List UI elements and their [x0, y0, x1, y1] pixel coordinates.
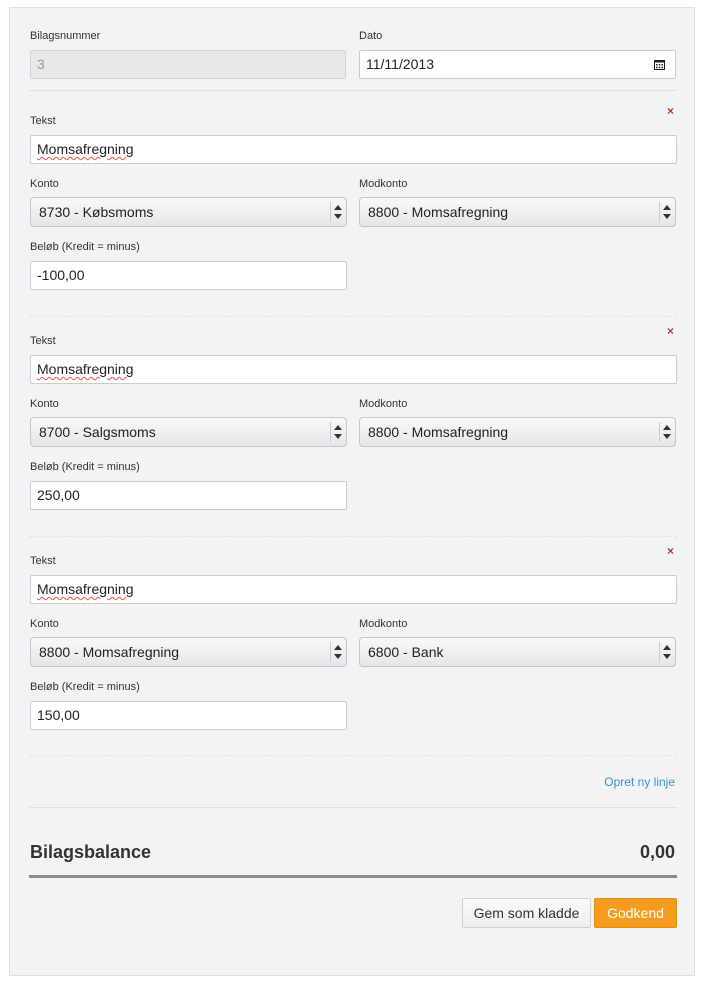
tekst-value: Momsafregning: [37, 581, 134, 597]
konto-label: Konto: [30, 178, 59, 190]
balance-value: 0,00: [639, 842, 675, 862]
remove-x-icon[interactable]: ×: [667, 325, 674, 337]
konto-label: Konto: [30, 398, 59, 410]
dato-value: 11/11/2013: [366, 56, 434, 72]
tekst-field[interactable]: Momsafregning: [30, 575, 677, 604]
select-arrows-icon: [333, 424, 342, 440]
beloeb-field[interactable]: 250,00: [30, 481, 347, 510]
tekst-label: Tekst: [30, 555, 56, 567]
konto-select[interactable]: 8730 - Købsmoms: [30, 197, 347, 227]
konto-value: 8730 - Købsmoms: [39, 204, 154, 220]
select-separator: [659, 642, 660, 662]
modkonto-label: Modkonto: [359, 398, 408, 410]
beloeb-label: Beløb (Kredit = minus): [30, 461, 140, 473]
select-separator: [659, 202, 660, 222]
select-separator: [330, 202, 331, 222]
beloeb-label: Beløb (Kredit = minus): [30, 241, 140, 253]
beloeb-field[interactable]: -100,00: [30, 261, 347, 290]
line-divider: [29, 316, 677, 317]
line-divider: [29, 755, 677, 756]
konto-value: 8700 - Salgsmoms: [39, 424, 156, 440]
line-divider: [29, 536, 677, 537]
konto-select[interactable]: 8800 - Momsafregning: [30, 637, 347, 667]
tekst-label: Tekst: [30, 115, 56, 127]
modkonto-select[interactable]: 8800 - Momsafregning: [359, 417, 676, 447]
tekst-label: Tekst: [30, 335, 56, 347]
select-separator: [330, 422, 331, 442]
select-arrows-icon: [333, 644, 342, 660]
select-arrows-icon: [662, 644, 671, 660]
calendar-icon[interactable]: [654, 59, 665, 70]
modkonto-value: 8800 - Momsafregning: [368, 424, 509, 440]
section-divider: [29, 807, 677, 808]
konto-label: Konto: [30, 618, 59, 630]
voucher-form-panel: Bilagsnummer 3 Dato 11/11/2013 × Tekst M…: [9, 7, 695, 976]
select-arrows-icon: [662, 204, 671, 220]
konto-value: 8800 - Momsafregning: [39, 644, 180, 660]
add-line-link[interactable]: Opret ny linje: [604, 775, 675, 789]
beloeb-field[interactable]: 150,00: [30, 701, 347, 730]
select-separator: [330, 642, 331, 662]
remove-x-icon[interactable]: ×: [667, 545, 674, 557]
dato-label: Dato: [359, 30, 383, 42]
dato-field[interactable]: 11/11/2013: [359, 50, 676, 79]
save-draft-button[interactable]: Gem som kladde: [462, 898, 591, 928]
modkonto-label: Modkonto: [359, 178, 408, 190]
balance-underline: [29, 875, 677, 878]
beloeb-label: Beløb (Kredit = minus): [30, 681, 140, 693]
balance-label: Bilagsbalance: [30, 842, 152, 862]
modkonto-select[interactable]: 8800 - Momsafregning: [359, 197, 676, 227]
bilagsnummer-label: Bilagsnummer: [30, 30, 101, 42]
konto-select[interactable]: 8700 - Salgsmoms: [30, 417, 347, 447]
modkonto-value: 8800 - Momsafregning: [368, 204, 509, 220]
tekst-value: Momsafregning: [37, 141, 134, 157]
bilagsnummer-field[interactable]: 3: [30, 50, 346, 79]
modkonto-label: Modkonto: [359, 618, 408, 630]
modkonto-value: 6800 - Bank: [368, 644, 444, 660]
select-separator: [659, 422, 660, 442]
tekst-field[interactable]: Momsafregning: [30, 355, 677, 384]
select-arrows-icon: [333, 204, 342, 220]
approve-button[interactable]: Godkend: [594, 898, 677, 928]
header-divider: [29, 90, 677, 91]
tekst-field[interactable]: Momsafregning: [30, 135, 677, 164]
modkonto-select[interactable]: 6800 - Bank: [359, 637, 676, 667]
tekst-value: Momsafregning: [37, 361, 134, 377]
select-arrows-icon: [662, 424, 671, 440]
remove-x-icon[interactable]: ×: [667, 105, 674, 117]
